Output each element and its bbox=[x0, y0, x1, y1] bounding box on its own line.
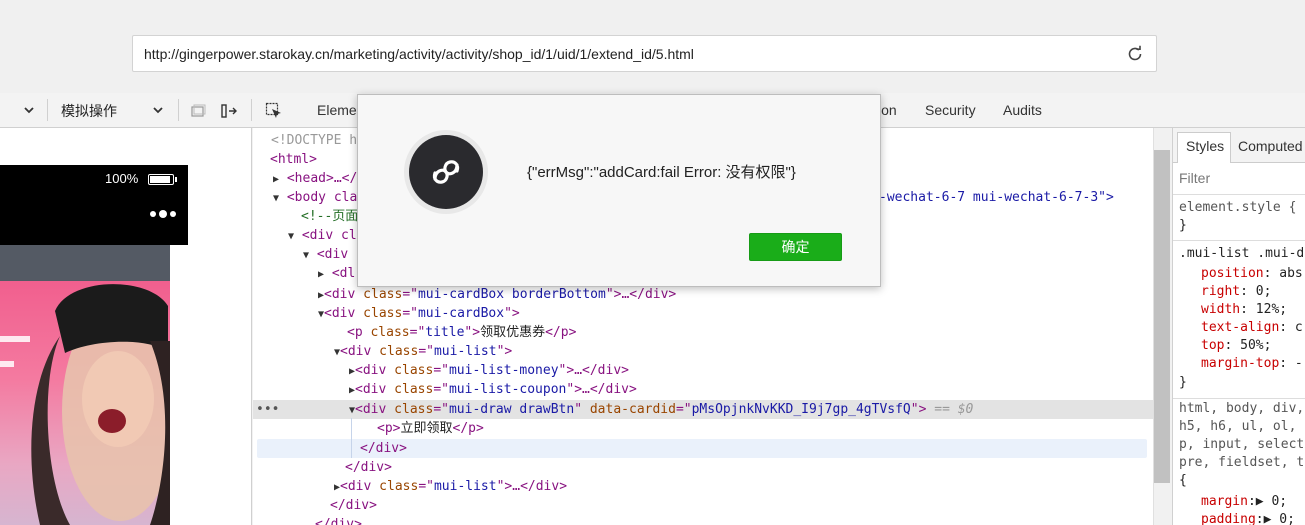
rule-reset-selector[interactable]: pre, fieldset, t bbox=[1179, 454, 1304, 472]
error-message: {"errMsg":"addCard:fail Error: 没有权限"} bbox=[527, 164, 796, 181]
reload-icon[interactable] bbox=[1126, 45, 1144, 63]
dom-line-cardbox[interactable]: ▼<div class="mui-cardBox"> bbox=[253, 304, 1153, 323]
confirm-button[interactable]: 确定 bbox=[749, 233, 842, 261]
toolbar-divider bbox=[178, 99, 179, 121]
device-frame-icon[interactable] bbox=[189, 102, 207, 120]
dom-line-div-close-4[interactable]: </div> bbox=[253, 515, 1153, 525]
dom-line-cardbox-border[interactable]: ▶<div class="mui-cardBox borderBottom">…… bbox=[253, 285, 1153, 304]
battery-percent: 100% bbox=[105, 171, 139, 186]
inspect-element-icon[interactable] bbox=[265, 102, 283, 120]
chevron-down-icon[interactable] bbox=[22, 103, 36, 117]
battery-tip bbox=[175, 177, 177, 182]
rule-reset-selector[interactable]: p, input, select bbox=[1179, 436, 1304, 454]
dom-line-p-title[interactable]: <p class="title">领取优惠券</p> bbox=[253, 323, 1153, 342]
collapse-triangle-icon[interactable]: ▼ bbox=[288, 231, 294, 242]
styles-filter-input[interactable]: Filter bbox=[1179, 170, 1210, 186]
more-options-icon[interactable]: ••• bbox=[256, 400, 279, 419]
toolbar-divider bbox=[47, 99, 48, 121]
collapse-triangle-icon[interactable]: ▼ bbox=[273, 193, 279, 204]
tab-elements[interactable]: Eleme bbox=[317, 102, 357, 118]
dom-line-div-close[interactable]: </div> bbox=[253, 458, 1153, 477]
rule-reset-selector[interactable]: html, body, div, bbox=[1179, 400, 1304, 418]
style-prop[interactable]: right: 0; bbox=[1201, 283, 1271, 301]
chevron-down-icon[interactable] bbox=[151, 103, 165, 117]
styles-divider bbox=[1173, 398, 1305, 399]
rule-open-brace: { bbox=[1179, 473, 1187, 488]
tree-guide-line bbox=[351, 418, 352, 458]
dom-line-list-money[interactable]: ▶<div class="mui-list-money">…</div> bbox=[253, 361, 1153, 380]
more-icon[interactable] bbox=[149, 210, 177, 218]
style-prop[interactable]: position: abs bbox=[1201, 265, 1303, 283]
style-prop[interactable]: width: 12%; bbox=[1201, 301, 1287, 319]
collapse-triangle-icon[interactable]: ▼ bbox=[303, 250, 309, 261]
styles-pane: Styles Computed Filter element.style { }… bbox=[1172, 128, 1305, 525]
promo-illustration bbox=[0, 284, 170, 525]
dom-line-p-draw[interactable]: <p>立即领取</p> bbox=[253, 419, 1153, 438]
expand-triangle-icon[interactable]: ▶ bbox=[318, 269, 324, 280]
error-dialog: {"errMsg":"addCard:fail Error: 没有权限"} 确定 bbox=[357, 94, 881, 287]
styles-divider bbox=[1173, 194, 1305, 195]
preview-side-gutter bbox=[170, 245, 188, 525]
style-prop[interactable]: text-align: c bbox=[1201, 319, 1303, 337]
rule-reset-selector[interactable]: h5, h6, ul, ol, bbox=[1179, 418, 1296, 436]
style-prop[interactable]: margin-top: - bbox=[1201, 355, 1303, 373]
simulate-select[interactable]: 模拟操作 bbox=[61, 101, 117, 121]
style-prop[interactable]: padding:▶ 0; bbox=[1201, 511, 1295, 525]
dom-line-list-coupon[interactable]: ▶<div class="mui-list-coupon">…</div> bbox=[253, 380, 1153, 399]
dom-line-mui-list[interactable]: ▼<div class="mui-list"> bbox=[253, 342, 1153, 361]
dock-side-icon[interactable] bbox=[220, 102, 238, 120]
miniprogram-glyph bbox=[432, 160, 460, 184]
expand-triangle-icon[interactable]: ▶ bbox=[273, 174, 279, 185]
dom-line-div-close-hover[interactable]: </div> bbox=[257, 439, 1147, 458]
style-prop[interactable]: margin:▶ 0; bbox=[1201, 493, 1287, 511]
miniprogram-logo-icon bbox=[404, 130, 488, 214]
tab-security[interactable]: Security bbox=[925, 102, 976, 118]
styles-tabs: Styles Computed bbox=[1173, 128, 1305, 163]
style-prop[interactable]: top: 50%; bbox=[1201, 337, 1271, 355]
elements-scroll-thumb[interactable] bbox=[1154, 150, 1170, 483]
rule-mui-list-selector[interactable]: .mui-list .mui-d bbox=[1179, 245, 1304, 263]
tab-audits[interactable]: Audits bbox=[1003, 102, 1042, 118]
tab-computed[interactable]: Computed bbox=[1238, 138, 1303, 154]
dom-line-div-close-3[interactable]: </div> bbox=[253, 496, 1153, 515]
rule-close: } bbox=[1179, 218, 1187, 233]
tab-styles[interactable]: Styles bbox=[1186, 138, 1224, 154]
toolbar-divider bbox=[251, 99, 252, 121]
browser-top-bar: http://gingerpower.starokay.cn/marketing… bbox=[0, 0, 1305, 93]
device-preview-pane: 100% bbox=[0, 128, 252, 525]
dom-line-mui-list-2[interactable]: ▶<div class="mui-list">…</div> bbox=[253, 477, 1153, 496]
address-bar[interactable]: http://gingerpower.starokay.cn/marketing… bbox=[132, 35, 1157, 72]
rule-close: } bbox=[1179, 375, 1187, 390]
styles-divider bbox=[1173, 240, 1305, 241]
battery-icon bbox=[148, 174, 174, 185]
page-header-bar bbox=[0, 245, 170, 281]
dom-line-draw-button-selected[interactable]: ••• ▼<div class="mui-draw drawBtn" data-… bbox=[253, 400, 1153, 419]
promo-banner-image bbox=[0, 281, 170, 525]
rule-element-style[interactable]: element.style { bbox=[1179, 199, 1296, 217]
url-text: http://gingerpower.starokay.cn/marketing… bbox=[144, 46, 694, 62]
phone-status-bar: 100% bbox=[0, 165, 188, 245]
